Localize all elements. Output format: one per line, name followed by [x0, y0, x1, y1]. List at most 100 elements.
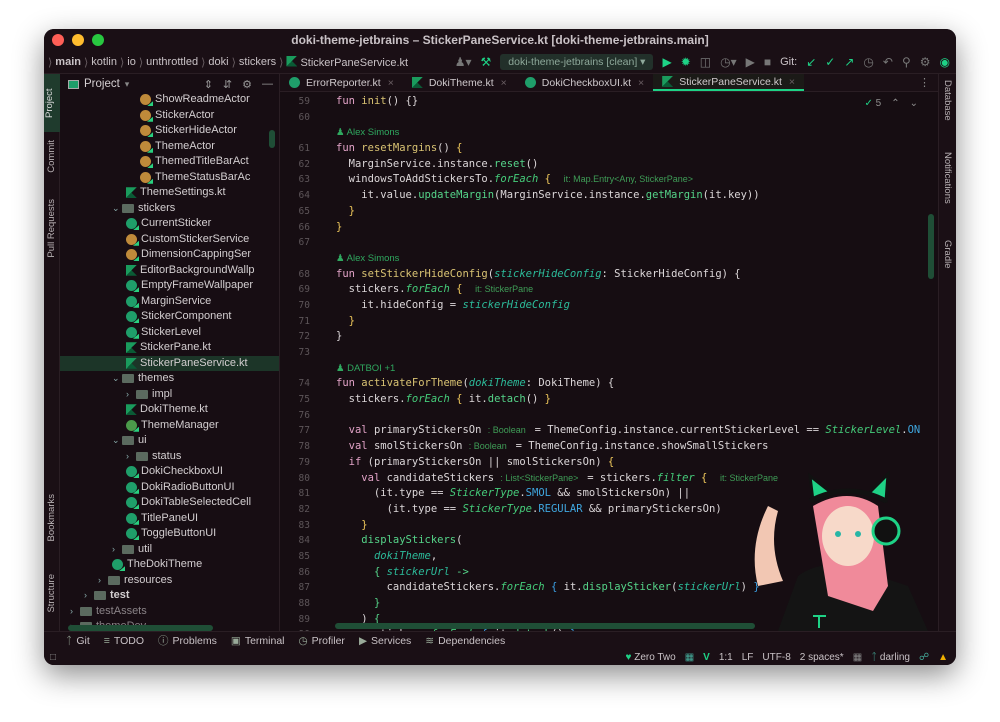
module-icon[interactable]: ▦: [853, 652, 862, 663]
resume-icon[interactable]: ▶: [746, 55, 755, 69]
debug-bug-icon[interactable]: ✹: [681, 55, 691, 69]
close-tab-icon[interactable]: ×: [501, 77, 507, 89]
expand-all-icon[interactable]: ⇕: [204, 78, 213, 91]
tree-node[interactable]: › resources: [60, 573, 279, 589]
editor-vertical-scrollbar[interactable]: [928, 214, 934, 279]
tool-window-problems[interactable]: ⓘ Problems: [158, 633, 217, 648]
line-number[interactable]: 80: [280, 471, 310, 487]
line-number[interactable]: 81: [280, 486, 310, 502]
line-number[interactable]: 74: [280, 376, 310, 392]
line-number[interactable]: 67: [280, 235, 310, 251]
toggle-tool-windows-icon[interactable]: □: [44, 652, 56, 663]
tree-node[interactable]: StickerHideActor: [60, 123, 279, 139]
line-number[interactable]: 88: [280, 596, 310, 612]
chevron-right-icon[interactable]: ›: [112, 542, 122, 558]
breadcrumb-item[interactable]: doki: [205, 56, 231, 68]
caret-position[interactable]: 1:1: [719, 652, 733, 663]
line-number[interactable]: 66: [280, 220, 310, 236]
tree-node[interactable]: EditorBackgroundWallp: [60, 263, 279, 279]
tree-node[interactable]: › status: [60, 449, 279, 465]
close-tab-icon[interactable]: ×: [638, 77, 644, 89]
line-number[interactable]: 72: [280, 329, 310, 345]
line-number[interactable]: 84: [280, 533, 310, 549]
notification-warning-icon[interactable]: ▲: [938, 652, 948, 663]
line-number[interactable]: 87: [280, 580, 310, 596]
tool-tab-database[interactable]: Database: [942, 80, 953, 121]
close-tab-icon[interactable]: ×: [789, 76, 795, 88]
tree-node[interactable]: › util: [60, 542, 279, 558]
tree-node[interactable]: › test: [60, 588, 279, 604]
tool-tab-bookmarks[interactable]: Bookmarks: [46, 494, 57, 542]
tree-node[interactable]: ThemeManager: [60, 418, 279, 434]
line-number[interactable]: 73: [280, 345, 310, 361]
search-icon[interactable]: ⚲: [902, 55, 911, 69]
tool-tab-structure[interactable]: Structure: [46, 574, 57, 613]
collapse-all-icon[interactable]: ⇵: [223, 78, 232, 91]
profile-icon[interactable]: ◷▾: [720, 55, 737, 69]
tool-window-todo[interactable]: ≡ TODO: [104, 635, 144, 647]
git-update-icon[interactable]: ↙: [806, 55, 816, 69]
git-commit-check-icon[interactable]: ✓: [825, 55, 835, 69]
line-number[interactable]: 59: [280, 94, 310, 110]
line-number[interactable]: 85: [280, 549, 310, 565]
file-encoding[interactable]: UTF-8: [762, 652, 790, 663]
tree-node[interactable]: CurrentSticker: [60, 216, 279, 232]
tool-tab-commit[interactable]: Commit: [46, 140, 57, 173]
rollback-icon[interactable]: ↶: [883, 55, 893, 69]
line-number[interactable]: 70: [280, 298, 310, 314]
tool-window-dependencies[interactable]: ≋ Dependencies: [425, 635, 505, 647]
indent-settings[interactable]: 2 spaces*: [800, 652, 844, 663]
close-tab-icon[interactable]: ×: [388, 77, 394, 89]
breadcrumb-item[interactable]: kotlin: [88, 56, 120, 68]
tree-node[interactable]: StickerComponent: [60, 309, 279, 325]
tree-node[interactable]: DokiTheme.kt: [60, 402, 279, 418]
coverage-icon[interactable]: ◫: [700, 55, 711, 69]
chevron-right-icon[interactable]: ›: [126, 387, 136, 403]
line-number[interactable]: 71: [280, 314, 310, 330]
chevron-right-icon[interactable]: ›: [84, 588, 94, 604]
theme-avatar-icon[interactable]: ▦: [685, 652, 694, 663]
line-number[interactable]: 76: [280, 408, 310, 424]
plugin-icon[interactable]: ◉: [940, 55, 950, 69]
user-icon[interactable]: ♟▾: [455, 55, 472, 69]
run-icon[interactable]: ▶: [662, 55, 671, 69]
line-number[interactable]: 79: [280, 455, 310, 471]
chevron-right-icon[interactable]: ›: [70, 604, 80, 620]
tree-node[interactable]: CustomStickerService: [60, 232, 279, 248]
breadcrumb-item[interactable]: io: [124, 56, 139, 68]
tab-doki-theme[interactable]: DokiTheme.kt ×: [403, 74, 516, 91]
chevron-right-icon[interactable]: ›: [126, 449, 136, 465]
line-number[interactable]: 89: [280, 612, 310, 628]
tree-node[interactable]: MarginService: [60, 294, 279, 310]
build-hammer-icon[interactable]: ⚒: [481, 55, 492, 69]
tree-node[interactable]: › impl: [60, 387, 279, 403]
git-push-icon[interactable]: ↗: [844, 55, 854, 69]
tool-tab-pull-requests[interactable]: Pull Requests: [46, 199, 57, 258]
theme-indicator[interactable]: ♥ Zero Two: [626, 652, 676, 663]
tool-tab-gradle[interactable]: Gradle: [942, 240, 953, 269]
line-number[interactable]: 75: [280, 392, 310, 408]
gear-icon[interactable]: ⚙: [920, 55, 931, 69]
vim-icon[interactable]: V: [703, 652, 710, 663]
tree-node[interactable]: ShowReadmeActor: [60, 92, 279, 108]
line-number[interactable]: 83: [280, 518, 310, 534]
project-view-selector[interactable]: Project: [84, 78, 120, 90]
tree-node[interactable]: ThemedTitleBarAct: [60, 154, 279, 170]
gear-icon[interactable]: ⚙: [242, 78, 252, 91]
breadcrumb-item[interactable]: stickers: [236, 56, 279, 68]
tree-node[interactable]: › testAssets: [60, 604, 279, 620]
tree-node[interactable]: ⌄ themes: [60, 371, 279, 387]
line-number[interactable]: 64: [280, 188, 310, 204]
tab-error-reporter[interactable]: ErrorReporter.kt ×: [280, 74, 403, 91]
tree-node[interactable]: StickerPaneService.kt: [60, 355, 279, 371]
tab-doki-checkbox-ui[interactable]: DokiCheckboxUI.kt ×: [516, 74, 653, 91]
more-tabs-icon[interactable]: ⋮: [919, 76, 938, 89]
tree-node[interactable]: ThemeActor: [60, 139, 279, 155]
maximize-button[interactable]: [92, 34, 104, 46]
tree-node[interactable]: ThemeStatusBarAc: [60, 170, 279, 186]
line-number[interactable]: 60: [280, 110, 310, 126]
breadcrumb-item[interactable]: unthrottled: [143, 56, 201, 68]
tab-sticker-pane-service[interactable]: StickerPaneService.kt ×: [653, 74, 805, 91]
line-number[interactable]: 62: [280, 157, 310, 173]
line-number[interactable]: 68: [280, 267, 310, 283]
